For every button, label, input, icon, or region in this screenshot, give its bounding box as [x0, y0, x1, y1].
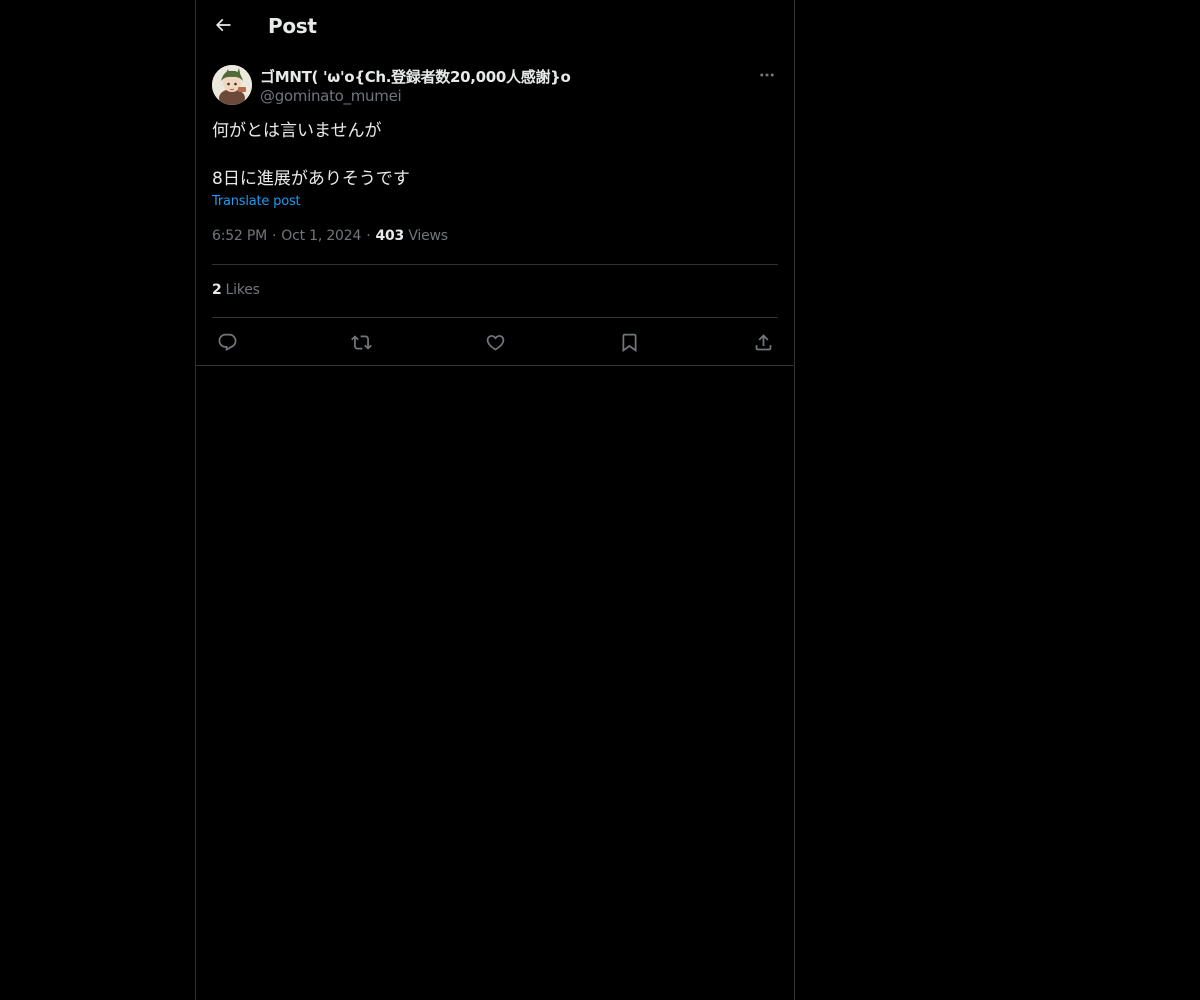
post-column: Post ゴMNT( 'ω'o{Ch.登録者数20,000人感謝}o @gomi… [195, 0, 795, 1000]
meta-separator: · [272, 228, 277, 244]
more-horizontal-icon [760, 73, 774, 77]
views-label: Views [408, 228, 448, 244]
avatar[interactable] [212, 65, 252, 105]
bookmark-icon [622, 333, 636, 352]
reply-button[interactable] [212, 327, 242, 357]
page-header: Post [196, 0, 794, 53]
page-title: Post [268, 14, 317, 38]
post-text-line: 8日に進展がありそうです [212, 169, 410, 189]
post-time[interactable]: 6:52 PM [212, 228, 267, 244]
back-button[interactable] [206, 8, 240, 42]
post-text: 何がとは言いませんが 8日に進展がありそうです [212, 119, 410, 191]
likes-label: Likes [225, 282, 260, 298]
repost-button[interactable] [346, 327, 376, 357]
translate-post-link[interactable]: Translate post [212, 194, 301, 209]
more-button[interactable] [756, 64, 778, 86]
author-handle[interactable]: @gominato_mumei [260, 87, 402, 105]
share-button[interactable] [748, 327, 778, 357]
like-button[interactable] [480, 327, 510, 357]
share-icon [755, 333, 771, 350]
repost-icon [350, 334, 372, 350]
bookmark-button[interactable] [614, 327, 644, 357]
post-text-blank-line [212, 143, 410, 167]
views-count: 403 [375, 228, 405, 244]
heart-icon [486, 334, 504, 351]
post-meta: 6:52 PM · Oct 1, 2024 · 403 Views [212, 228, 448, 244]
post-text-line: 何がとは言いませんが [212, 121, 382, 141]
likes-stat[interactable]: 2 Likes [212, 282, 260, 298]
post-actions-bar [196, 318, 794, 364]
avatar-image [212, 65, 252, 105]
arrow-left-icon [215, 18, 231, 32]
author-display-name[interactable]: ゴMNT( 'ω'o{Ch.登録者数20,000人感謝}o [260, 66, 571, 87]
post-bottom-border [196, 365, 794, 366]
reply-icon [218, 333, 236, 351]
likes-count: 2 [212, 282, 222, 298]
meta-separator: · [366, 228, 371, 244]
post-date[interactable]: Oct 1, 2024 [281, 228, 361, 244]
divider [212, 264, 778, 265]
post-author: ゴMNT( 'ω'o{Ch.登録者数20,000人感謝}o @gominato_… [212, 64, 778, 108]
